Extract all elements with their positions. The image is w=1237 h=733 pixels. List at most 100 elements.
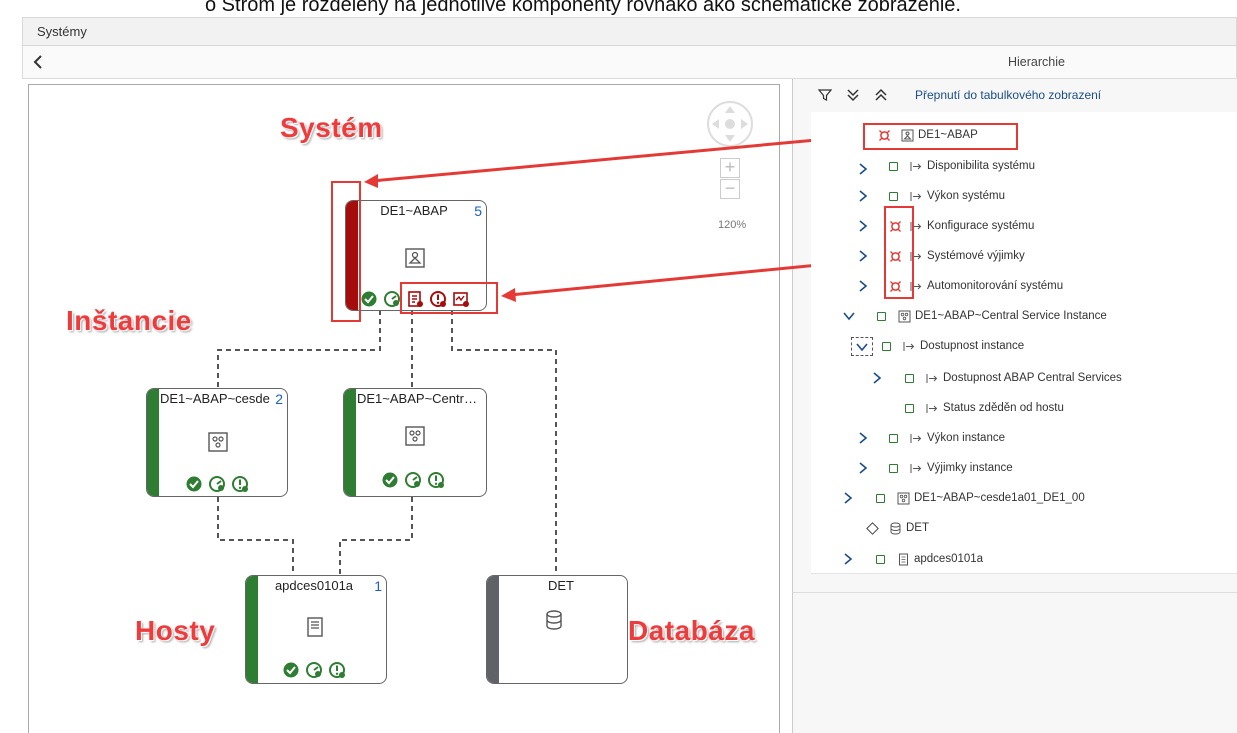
tree-row-label: Dostupnost ABAP Central Services	[943, 372, 1122, 384]
tree-row[interactable]: Status zděděn od hostu	[905, 398, 1064, 418]
filter-icon[interactable]	[818, 88, 832, 102]
node-title: DE1~ABAP~Central ...	[357, 391, 482, 406]
ok-status-icon	[877, 311, 886, 321]
instance-icon	[405, 426, 425, 446]
availability-ok-icon[interactable]	[381, 471, 399, 489]
host-icon	[307, 617, 323, 637]
chevron-right-icon[interactable]	[871, 371, 883, 385]
performance-ok-icon[interactable]	[404, 471, 422, 489]
tree-row-label: Konfigurace systému	[927, 220, 1035, 232]
node-count: 5	[474, 203, 482, 219]
status-icons	[381, 471, 445, 489]
back-button[interactable]	[27, 50, 49, 74]
exception-ok-icon[interactable]	[427, 471, 445, 489]
annotation-box-system-stripe	[331, 181, 361, 322]
chevron-right-icon[interactable]	[857, 162, 869, 176]
tree-row-label: Výjimky instance	[927, 462, 1013, 474]
ok-status-icon	[889, 191, 898, 201]
instance-node-central[interactable]: DE1~ABAP~Central ...	[343, 388, 487, 497]
chevron-right-icon[interactable]	[857, 189, 869, 203]
exception-ok-icon[interactable]	[328, 661, 346, 679]
availability-ok-icon[interactable]	[282, 661, 300, 679]
tree-row[interactable]: DET	[866, 518, 929, 538]
chevron-down-icon	[856, 342, 868, 351]
tree-row-label: DE1~ABAP~Central Service Instance	[915, 310, 1107, 322]
chevron-right-icon[interactable]	[842, 552, 854, 566]
instance-icon	[897, 492, 910, 504]
chevron-right-icon[interactable]	[842, 491, 854, 505]
availability-ok-icon[interactable]	[185, 475, 203, 493]
tree-row-label: Systémové výjimky	[927, 250, 1025, 262]
label-instances: Inštancie	[66, 305, 192, 336]
performance-ok-icon[interactable]	[305, 661, 323, 679]
status-stripe	[147, 389, 159, 496]
status-icons	[282, 661, 346, 679]
status-icons	[185, 475, 249, 493]
label-system: Systém	[280, 112, 383, 143]
tree-row[interactable]: Dostupnost instance	[851, 336, 1024, 356]
metric-icon	[903, 341, 915, 351]
ok-status-icon	[905, 403, 914, 413]
window-titlebar: Systémy	[22, 17, 1237, 46]
tree-row[interactable]: DE1~ABAP~cesde1a01_DE1_00	[842, 488, 1085, 508]
expand-all-icon[interactable]	[846, 88, 860, 102]
database-node[interactable]: DET	[486, 575, 628, 684]
metric-icon	[910, 463, 922, 473]
metric-icon	[910, 161, 922, 171]
system-icon	[405, 248, 425, 268]
availability-ok-icon[interactable]	[360, 290, 378, 308]
pan-control-icon[interactable]	[706, 100, 754, 148]
tree-row[interactable]: Disponibilita systému	[857, 156, 1035, 176]
focus-indicator[interactable]	[851, 336, 873, 356]
label-hosts: Hosty	[135, 615, 216, 646]
node-title: DET	[548, 578, 574, 593]
ok-status-icon	[889, 161, 898, 171]
status-stripe	[344, 389, 356, 496]
node-title: apdces0101a	[274, 578, 354, 593]
tree-row-label: DE1~ABAP~cesde1a01_DE1_00	[914, 492, 1085, 504]
zoom-out-button[interactable]: −	[720, 179, 740, 199]
hierarchy-toolbar	[818, 88, 888, 102]
instance-icon	[208, 432, 228, 452]
instance-node-cesde[interactable]: DE1~ABAP~cesde 2	[146, 388, 288, 497]
tree-row-label: Výkon systému	[927, 190, 1005, 202]
ok-status-icon	[876, 554, 885, 564]
zoom-in-button[interactable]: +	[720, 158, 740, 178]
chevron-right-icon[interactable]	[857, 461, 869, 475]
tree-row[interactable]: Systémové výjimky	[857, 246, 1025, 266]
chevron-left-icon	[33, 55, 42, 69]
chevron-right-icon[interactable]	[857, 219, 869, 233]
chevron-down-icon[interactable]	[843, 309, 855, 323]
tree-row[interactable]: Výkon systému	[857, 186, 1005, 206]
host-node[interactable]: apdces0101a 1	[245, 575, 387, 684]
switch-to-table-view-link[interactable]: Přepnutí do tabulkového zobrazení	[915, 88, 1101, 102]
tree-row-label: apdces0101a	[914, 553, 984, 565]
annotation-box-critical-icons	[400, 282, 498, 314]
database-icon	[890, 522, 901, 534]
status-stripe	[487, 576, 499, 683]
exception-ok-icon[interactable]	[231, 475, 249, 493]
node-count: 1	[374, 578, 382, 594]
chevron-right-icon[interactable]	[857, 431, 869, 445]
instance-icon	[898, 310, 911, 322]
metric-icon	[926, 403, 938, 413]
tree-row[interactable]: Výkon instance	[857, 428, 1005, 448]
tree-row[interactable]: DE1~ABAP~Central Service Instance	[843, 306, 1107, 326]
chevron-right-icon[interactable]	[857, 279, 869, 293]
zoom-controls: + − 120%	[706, 100, 766, 240]
tree-row[interactable]: Dostupnost ABAP Central Services	[871, 368, 1122, 388]
database-icon	[546, 610, 562, 630]
tree-row-label: Automonitorování systému	[927, 280, 1064, 292]
performance-ok-icon[interactable]	[208, 475, 226, 493]
ok-status-icon	[882, 341, 891, 351]
metric-icon	[910, 433, 922, 443]
screenshot-root: o Strom je rozdelený na jednotlivé kompo…	[0, 0, 1237, 733]
document-text: o Strom je rozdelený na jednotlivé kompo…	[205, 0, 961, 16]
tree-row[interactable]: apdces0101a	[842, 549, 983, 569]
node-title: DE1~ABAP	[380, 203, 448, 218]
performance-ok-icon[interactable]	[383, 290, 401, 308]
collapse-all-icon[interactable]	[874, 88, 888, 102]
tree-row[interactable]: Výjimky instance	[857, 458, 1013, 478]
chevron-right-icon[interactable]	[857, 249, 869, 263]
header-bar: Hierarchie	[22, 46, 1237, 79]
